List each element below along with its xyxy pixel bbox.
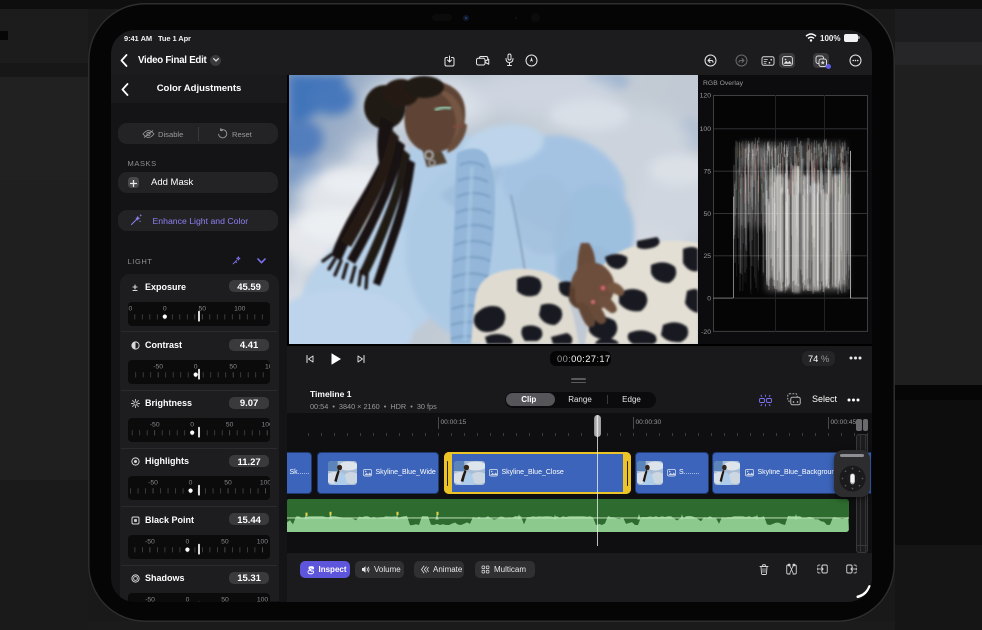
svg-text:50: 50 [225, 422, 233, 429]
svg-text:0: 0 [185, 597, 189, 602]
svg-text:-50: -50 [148, 480, 158, 487]
svg-text:50: 50 [224, 480, 232, 487]
svg-text:50: 50 [221, 597, 229, 602]
svg-text:-20: -20 [701, 329, 711, 336]
svg-text:50: 50 [221, 538, 229, 545]
svg-text:100: 100 [234, 305, 246, 312]
svg-text:50: 50 [703, 211, 711, 218]
svg-text:0: 0 [162, 305, 166, 312]
svg-text:0: 0 [193, 363, 197, 370]
svg-text:100: 100 [700, 126, 711, 133]
svg-text:75: 75 [703, 169, 711, 176]
svg-text:100: 100 [265, 363, 270, 370]
svg-text:100: 100 [256, 597, 268, 602]
svg-text:-50: -50 [128, 305, 132, 312]
svg-text:-50: -50 [149, 422, 159, 429]
svg-text:100: 100 [261, 422, 269, 429]
svg-text:100: 100 [256, 538, 268, 545]
svg-text:RGB Overlay: RGB Overlay [703, 80, 744, 87]
svg-text:-50: -50 [153, 363, 163, 370]
svg-text:0: 0 [185, 538, 189, 545]
svg-text:50: 50 [229, 363, 237, 370]
svg-text:0: 0 [707, 295, 711, 302]
svg-text:-50: -50 [145, 538, 155, 545]
svg-text:0: 0 [188, 480, 192, 487]
svg-text:-50: -50 [145, 597, 155, 602]
svg-text:120: 120 [700, 92, 711, 99]
svg-text:100: 100 [259, 480, 269, 487]
svg-text:0: 0 [190, 422, 194, 429]
svg-text:25: 25 [703, 253, 711, 260]
